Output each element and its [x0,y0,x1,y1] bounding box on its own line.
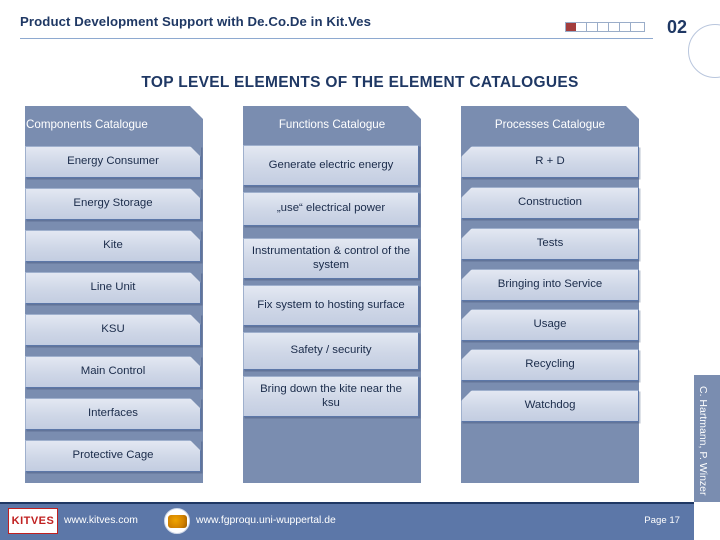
list-item[interactable]: Construction [461,187,639,219]
list-item-label: „use“ electrical power [276,202,386,215]
list-item[interactable]: Safety / security [243,332,419,370]
progress-tick [619,23,620,31]
slide-number: 02 [667,17,688,37]
list-item[interactable]: Fix system to hosting surface [243,285,419,326]
item-corner-notch [461,309,472,320]
kitves-logo: KITVES [8,508,58,534]
list-item-label: Watchdog [524,399,576,412]
list-item[interactable]: Instrumentation & control of the system [243,238,419,279]
footer-page-label: Page 17 [644,515,680,526]
footer-link-kitves[interactable]: www.kitves.com [64,515,138,526]
column-header-processes: Processes Catalogue [494,118,606,131]
item-corner-notch [461,146,472,157]
item-corner-notch [461,269,472,280]
slide-header: Product Development Support with De.Co.D… [0,0,720,78]
list-item[interactable]: Recycling [461,349,639,381]
list-item[interactable]: Generate electric energy [243,145,419,186]
list-item-label: Energy Storage [73,197,153,210]
list-item-label: Energy Consumer [67,155,159,168]
list-item[interactable]: Bring down the kite near the ksu [243,376,419,417]
list-item[interactable]: „use“ electrical power [243,192,419,226]
list-item-label: Bring down the kite near the ksu [260,383,402,409]
slide-footer: KITVES www.kitves.com www.fgproqu.uni-wu… [0,502,720,540]
item-corner-notch [461,187,472,198]
list-item-label: KSU [101,323,125,336]
list-item-label: Line Unit [90,281,136,294]
list-item[interactable]: Protective Cage [25,440,201,472]
list-item-label: R + D [535,155,565,168]
list-item[interactable]: R + D [461,146,639,178]
column-header-components: Components Catalogue [26,118,148,131]
list-item-label: Interfaces [87,407,139,420]
list-item[interactable]: Energy Storage [25,188,201,220]
progress-tick [586,23,587,31]
item-corner-notch [190,314,201,325]
footer-link-wuppertal[interactable]: www.fgproqu.uni-wuppertal.de [196,515,336,526]
list-item-label: Fix system to hosting surface [257,298,405,311]
list-item-label: Construction [518,196,582,209]
item-corner-notch [461,349,472,360]
item-corner-notch [190,146,201,157]
progress-tick [597,23,598,31]
item-corner-notch [190,398,201,409]
list-item-label: Main Control [80,365,146,378]
list-item-label: Bringing into Service [497,278,603,291]
column-header-functions: Functions Catalogue [278,118,386,131]
university-logo-icon [164,508,190,534]
progress-indicator [565,22,646,33]
list-item[interactable]: Energy Consumer [25,146,201,178]
list-item[interactable]: KSU [25,314,201,346]
list-item[interactable]: Main Control [25,356,201,388]
list-item-label: Recycling [525,358,575,371]
list-item-label: Protective Cage [72,449,154,462]
item-corner-notch [190,188,201,199]
header-divider [20,38,653,39]
list-item-label: Instrumentation & control of the system [251,245,411,271]
list-item[interactable]: Watchdog [461,390,639,422]
progress-fill [566,23,576,31]
list-item[interactable]: Interfaces [25,398,201,430]
list-item[interactable]: Line Unit [25,272,201,304]
logo-mark [168,515,187,528]
content-heading: TOP LEVEL ELEMENTS OF THE ELEMENT CATALO… [141,74,579,91]
list-item[interactable]: Tests [461,228,639,260]
item-corner-notch [190,440,201,451]
item-corner-notch [461,228,472,239]
list-item-label: Kite [103,239,123,252]
list-item-label: Usage [533,318,567,331]
item-corner-notch [190,230,201,241]
progress-tick [608,23,609,31]
list-item[interactable]: Bringing into Service [461,269,639,301]
list-item[interactable]: Usage [461,309,639,341]
progress-tick [630,23,631,31]
list-item-label: Generate electric energy [268,158,394,171]
item-corner-notch [190,272,201,283]
list-item-label: Safety / security [290,344,372,357]
item-corner-notch [461,390,472,401]
list-item[interactable]: Kite [25,230,201,262]
corner-arc-decoration [688,24,720,78]
item-corner-notch [190,356,201,367]
page-title-header: Product Development Support with De.Co.D… [20,14,372,29]
progress-track [565,22,645,32]
list-item-label: Tests [536,237,564,250]
